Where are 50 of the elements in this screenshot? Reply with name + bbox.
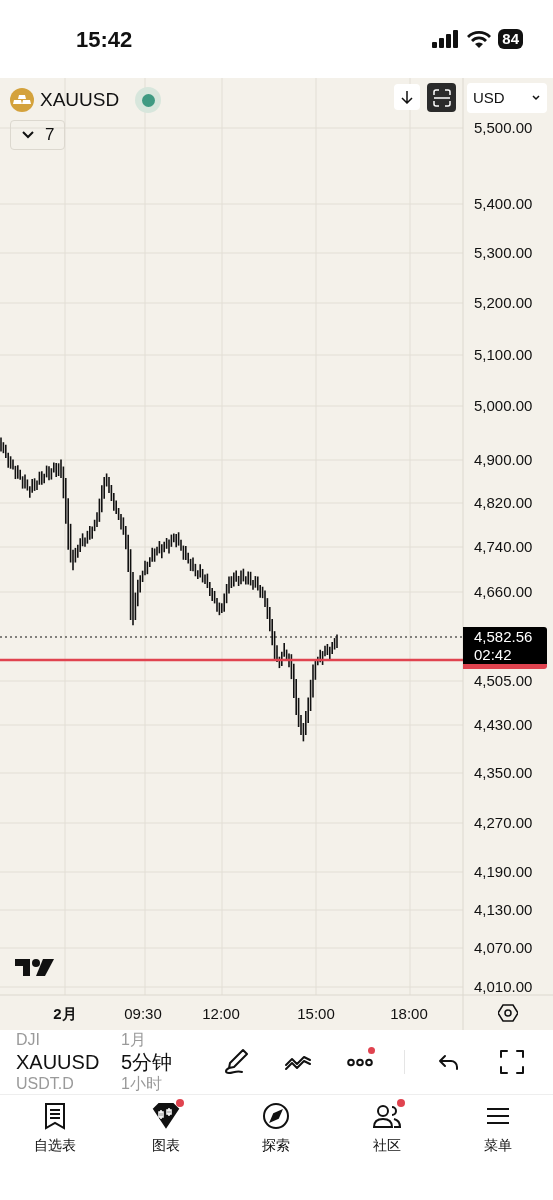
time-axis-label: 18:00: [390, 1004, 428, 1024]
price-axis-label: 4,010.00: [474, 978, 533, 996]
currency-select[interactable]: USD: [467, 83, 547, 113]
frame-icon: [432, 88, 451, 107]
settings-icon: [498, 1003, 518, 1023]
price-axis-label: 4,820.00: [474, 494, 533, 512]
price-axis-label: 4,900.00: [474, 451, 533, 469]
nav-tab[interactable]: 社区: [331, 1101, 443, 1156]
price-axis-label: 4,660.00: [474, 583, 533, 601]
more-icon: [346, 1057, 373, 1067]
chevron-down-icon: [531, 94, 541, 102]
battery-indicator: 84: [498, 29, 523, 49]
indicators-toggle[interactable]: 7: [10, 120, 66, 150]
time-axis-label: 2月: [53, 1004, 77, 1024]
settings-button[interactable]: [497, 1002, 519, 1024]
symbol-title: XAUUSD: [40, 88, 120, 112]
price-axis-label: 5,000.00: [474, 397, 533, 415]
logo-icon: [15, 959, 54, 976]
time-axis-label: 12:00: [202, 1004, 240, 1024]
price-axis-label: 4,350.00: [474, 764, 533, 782]
price-axis-label: 4,190.00: [474, 863, 533, 881]
price-axis-label: 4,070.00: [474, 939, 533, 957]
nav-tab[interactable]: 图表: [110, 1101, 222, 1156]
current-price: 4,582.56: [474, 628, 534, 646]
price-axis-label: 4,430.00: [474, 716, 533, 734]
price-axis-label: 4,130.00: [474, 901, 533, 919]
scroll-down-button[interactable]: [394, 84, 420, 110]
price-axis-label: 4,740.00: [474, 538, 533, 556]
price-axis-label: 5,400.00: [474, 195, 533, 213]
time-axis-label: 09:30: [124, 1004, 162, 1024]
nav-tab[interactable]: 探索: [221, 1101, 332, 1156]
price-axis-label: 5,100.00: [474, 346, 533, 364]
bar-countdown: 02:42: [474, 646, 513, 664]
price-axis-label: 4,270.00: [474, 814, 533, 832]
chevron-down-icon: [21, 130, 35, 140]
price-axis-label: 4,505.00: [474, 672, 533, 690]
price-axis-label: 5,500.00: [474, 119, 533, 137]
signal-icon: [432, 30, 461, 48]
price-axis-label: 5,300.00: [474, 244, 533, 262]
nav-tab[interactable]: 自选表: [0, 1101, 111, 1156]
status-time: 15:42: [76, 25, 133, 54]
wifi-icon: [466, 29, 493, 49]
nav-tab[interactable]: 菜单: [442, 1101, 553, 1156]
symbol-picker-item[interactable]: XAUUSD: [16, 1049, 115, 1075]
ingots-icon: [10, 88, 34, 113]
price-axis-label: 5,200.00: [474, 294, 533, 312]
arrow-down-icon: [401, 90, 413, 104]
interval-picker-item[interactable]: 5分钟: [121, 1049, 205, 1075]
auto-scale-button[interactable]: [427, 83, 456, 112]
time-axis-label: 15:00: [297, 1004, 335, 1024]
